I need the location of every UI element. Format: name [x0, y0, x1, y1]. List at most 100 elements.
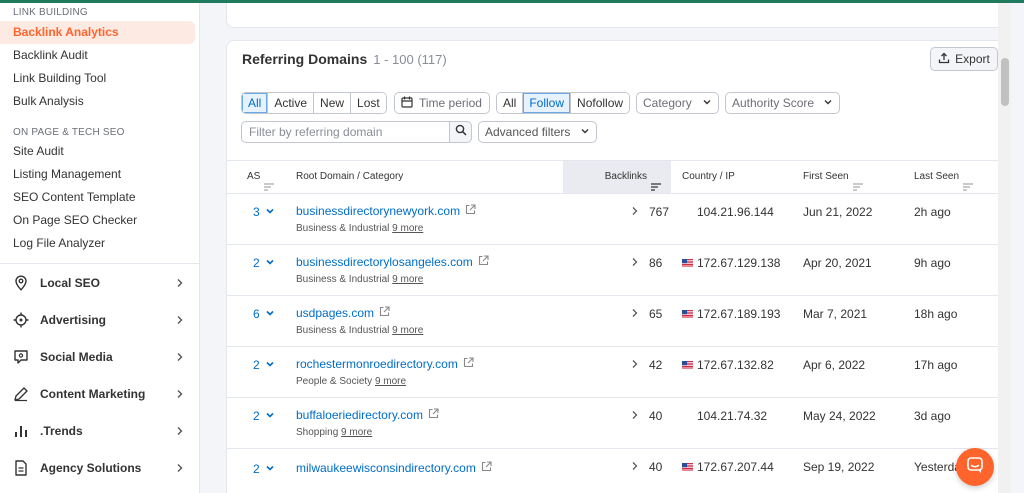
domain-link[interactable]: businessdirectorylosangeles.com: [296, 255, 489, 269]
tab-active[interactable]: Active: [268, 93, 315, 113]
main-content: Mar 20Apr 3Apr 17May 1May 15May 29Jun 12…: [200, 0, 1011, 493]
domain-link[interactable]: rochestermonroedirectory.com: [296, 357, 474, 371]
country-ip: 104.21.74.32: [682, 409, 767, 423]
domain-link[interactable]: businessdirectorynewyork.com: [296, 204, 476, 218]
chevron-down-icon: [265, 205, 275, 219]
sidebar-item-backlink-analytics[interactable]: Backlink Analytics: [0, 21, 195, 44]
authority-score-toggle[interactable]: 6: [253, 307, 275, 321]
domain-name: rochestermonroedirectory.com: [296, 357, 458, 371]
section-heading-link-building: LINK BUILDING: [13, 7, 88, 18]
category-label: Category: [643, 96, 692, 110]
column-as[interactable]: AS: [247, 161, 275, 193]
advanced-filters-dropdown[interactable]: Advanced filters: [478, 121, 597, 143]
authority-score-toggle[interactable]: 3: [253, 205, 275, 219]
sidebar-item-onpage-seo-checker[interactable]: On Page SEO Checker: [0, 209, 199, 232]
domain-category: Business & Industrial 9 more: [296, 223, 423, 234]
sidebar-group-content-marketing[interactable]: Content Marketing: [0, 375, 199, 412]
tab-follow[interactable]: Follow: [523, 93, 572, 113]
domain-name: businessdirectorynewyork.com: [296, 204, 461, 218]
sidebar-item-listing-management[interactable]: Listing Management: [0, 163, 199, 186]
sidebar-group-agency-solutions[interactable]: Agency Solutions: [0, 449, 199, 486]
referring-domains-card: Referring Domains 1 - 100 (117) Export Al…: [226, 40, 1008, 493]
status-filter-tabs: All Active New Lost: [241, 92, 387, 114]
last-seen-date: 3d ago: [914, 409, 951, 423]
column-last-seen[interactable]: Last Seen: [914, 161, 974, 193]
sidebar-item-link-building-tool[interactable]: Link Building Tool: [0, 67, 199, 90]
column-backlinks[interactable]: Backlinks: [563, 161, 671, 193]
sidebar-item-seo-content-template[interactable]: SEO Content Template: [0, 186, 199, 209]
sort-icon: [852, 173, 863, 191]
authority-score-toggle[interactable]: 2: [253, 409, 275, 423]
sidebar-group-social-media[interactable]: Social Media: [0, 338, 199, 375]
more-categories-link[interactable]: 9 more: [392, 325, 423, 336]
more-categories-link[interactable]: 9 more: [375, 376, 406, 387]
external-link-icon: [481, 461, 492, 475]
tab-lost[interactable]: Lost: [351, 93, 386, 113]
backlinks-expand[interactable]: 86: [631, 256, 662, 270]
bar-chart-icon: [13, 423, 29, 439]
export-button[interactable]: Export: [930, 47, 998, 71]
chevron-right-icon: [175, 389, 185, 399]
tab-follow-all[interactable]: All: [497, 93, 524, 113]
backlinks-expand[interactable]: 65: [631, 307, 662, 321]
sidebar-item-backlink-audit[interactable]: Backlink Audit: [0, 44, 199, 67]
table-row: 2 milwaukeewisconsindirectory.com 40 172.67…: [227, 449, 1007, 493]
column-first-seen[interactable]: First Seen: [803, 161, 863, 193]
authority-score-dropdown[interactable]: Authority Score: [725, 92, 840, 114]
more-categories-link[interactable]: 9 more: [392, 223, 423, 234]
sidebar-group-label: Agency Solutions: [40, 460, 142, 475]
column-label: Country / IP: [682, 171, 735, 182]
table-row: 6 usdpages.com Business & Industrial 9 mor…: [227, 296, 1007, 347]
backlinks-expand[interactable]: 40: [631, 460, 662, 474]
top-accent-bar: [0, 0, 1024, 3]
column-label: Last Seen: [914, 171, 960, 182]
sidebar-group-trends[interactable]: .Trends: [0, 412, 199, 449]
sidebar-group-label: Content Marketing: [40, 386, 146, 401]
tab-nofollow[interactable]: Nofollow: [571, 93, 630, 113]
category-text: Shopping: [296, 427, 339, 438]
sidebar-item-site-audit[interactable]: Site Audit: [0, 140, 199, 163]
sidebar-item-log-file-analyzer[interactable]: Log File Analyzer: [0, 232, 199, 255]
chevron-down-icon: [265, 409, 275, 423]
first-seen-date: Jun 21, 2022: [803, 205, 873, 219]
first-seen-date: Apr 20, 2021: [803, 256, 872, 270]
sidebar-item-bulk-analysis[interactable]: Bulk Analysis: [0, 90, 199, 113]
tab-all[interactable]: All: [242, 93, 269, 113]
section-heading-onpage: ON PAGE & TECH SEO: [13, 127, 125, 138]
backlinks-count: 42: [649, 358, 663, 372]
authority-score-toggle[interactable]: 2: [253, 358, 275, 372]
authority-score-toggle[interactable]: 2: [253, 256, 275, 270]
backlinks-count: 86: [649, 256, 663, 270]
referring-domain-search-input[interactable]: Filter by referring domain: [241, 121, 450, 143]
external-link-icon: [478, 255, 489, 269]
sidebar-group-local-seo[interactable]: Local SEO: [0, 264, 199, 301]
table-row: 2 rochestermonroedirectory.com People & So…: [227, 347, 1007, 398]
scrollbar-thumb[interactable]: [1001, 58, 1009, 106]
first-seen-date: May 24, 2022: [803, 409, 876, 423]
time-period-button[interactable]: Time period: [394, 92, 490, 114]
domain-link[interactable]: usdpages.com: [296, 306, 390, 320]
authority-score-toggle[interactable]: 2: [253, 462, 275, 476]
domain-link[interactable]: buffaloeriedirectory.com: [296, 408, 439, 422]
sort-desc-icon: [651, 173, 661, 191]
chevron-right-icon: [175, 463, 185, 473]
category-text: Business & Industrial: [296, 274, 390, 285]
search-button[interactable]: [450, 121, 472, 143]
category-dropdown[interactable]: Category: [636, 92, 719, 114]
external-link-icon: [379, 306, 390, 320]
us-flag-icon: [682, 310, 693, 318]
chevron-right-icon: [631, 358, 639, 372]
chat-support-button[interactable]: [956, 448, 994, 486]
backlinks-expand[interactable]: 767: [631, 205, 669, 219]
backlinks-expand[interactable]: 42: [631, 358, 662, 372]
page-scrollbar[interactable]: [998, 0, 1011, 493]
domain-link[interactable]: milwaukeewisconsindirectory.com: [296, 461, 492, 475]
tab-new[interactable]: New: [314, 93, 352, 113]
sidebar-group-label: Social Media: [40, 349, 113, 364]
more-categories-link[interactable]: 9 more: [341, 427, 372, 438]
sidebar-group-advertising[interactable]: Advertising: [0, 301, 199, 338]
backlinks-expand[interactable]: 40: [631, 409, 662, 423]
more-categories-link[interactable]: 9 more: [392, 274, 423, 285]
search-icon: [455, 123, 467, 141]
category-text: Business & Industrial: [296, 325, 390, 336]
